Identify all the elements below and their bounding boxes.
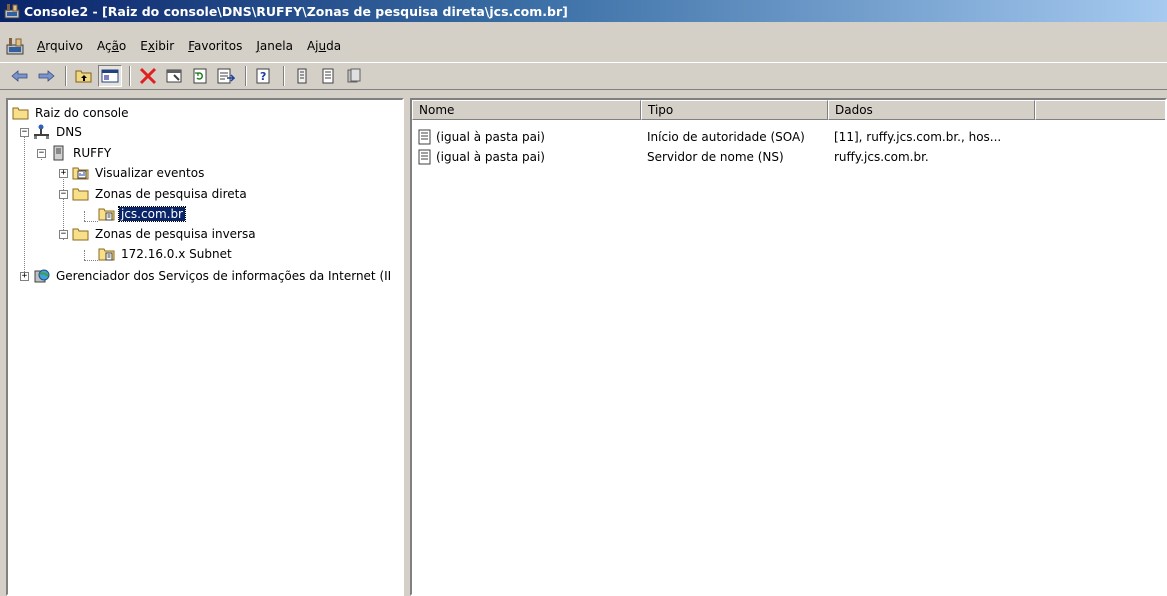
toolbar-separator	[129, 66, 131, 86]
collapse-toggle[interactable]: −	[37, 148, 46, 158]
refresh-icon	[193, 68, 207, 84]
record-icon	[418, 149, 431, 165]
tree-node-iis[interactable]: + Gerenciador dos Serviços de informaçõe…	[20, 266, 393, 286]
show-hide-tree-icon	[101, 69, 119, 83]
tree-label: 172.16.0.x Subnet	[121, 247, 232, 261]
menu-favoritos[interactable]: Favoritos	[181, 39, 249, 53]
collapse-toggle[interactable]: −	[20, 127, 29, 137]
menu-bar: Arquivo Ação Exibir Favoritos Janela Aju…	[0, 34, 1167, 58]
back-arrow-icon	[11, 70, 28, 82]
record-icon	[418, 129, 431, 145]
collapse-toggle[interactable]: −	[59, 189, 68, 199]
menu-ajuda[interactable]: Ajuda	[300, 39, 348, 53]
tree-connector	[84, 250, 85, 260]
tree-label: Zonas de pesquisa direta	[95, 187, 247, 201]
export-list-icon	[217, 68, 235, 84]
tree-connector	[84, 260, 98, 261]
tree-label: Raiz do console	[35, 106, 129, 120]
server-icon	[53, 145, 64, 161]
window-title: Console2 - [Raiz do console\DNS\RUFFY\Zo…	[24, 3, 568, 19]
toolbar: ?	[0, 62, 1167, 90]
record-name-cell: (igual à pasta pai)	[412, 129, 641, 145]
expand-toggle[interactable]: +	[20, 271, 29, 281]
console-app-icon	[4, 4, 20, 19]
tree-connector	[84, 221, 98, 222]
list-item[interactable]: (igual à pasta pai) Início de autoridade…	[412, 127, 1048, 147]
iis-manager-icon	[34, 269, 50, 283]
tree-label: DNS	[56, 125, 82, 139]
tree-node-root[interactable]: Raiz do console	[12, 103, 131, 123]
tree-connector	[84, 211, 85, 221]
menu-arquivo[interactable]: Arquivo	[30, 39, 90, 53]
record-icon	[297, 68, 307, 84]
console-menu-icon[interactable]	[6, 37, 24, 55]
list-header: Nome Tipo Dados	[412, 100, 1165, 120]
list-item[interactable]: (igual à pasta pai) Servidor de nome (NS…	[412, 147, 1048, 167]
folder-icon	[72, 188, 89, 201]
new-record-button[interactable]	[290, 65, 314, 87]
expand-toggle[interactable]: +	[59, 168, 68, 178]
tree-label: RUFFY	[73, 146, 112, 160]
toolbar-separator	[283, 66, 285, 86]
new-record-button[interactable]	[316, 65, 340, 87]
properties-icon	[166, 69, 182, 83]
record-icon	[322, 68, 334, 84]
menu-exibir[interactable]: Exibir	[133, 39, 181, 53]
show-hide-tree-button[interactable]	[98, 65, 122, 87]
refresh-button[interactable]	[188, 65, 212, 87]
column-header-empty	[1035, 100, 1165, 120]
column-header-data[interactable]: Dados	[828, 100, 1035, 120]
new-record-button[interactable]	[342, 65, 366, 87]
tree-label: Gerenciador dos Serviços de informações …	[56, 269, 392, 283]
forward-button[interactable]	[34, 65, 58, 87]
console-tree-pane[interactable]: Raiz do console − DNS − RUFFY + Visualiz…	[6, 98, 404, 596]
toolbar-separator	[245, 66, 247, 86]
export-list-button[interactable]	[214, 65, 238, 87]
column-header-type[interactable]: Tipo	[641, 100, 828, 120]
tree-node-events[interactable]: + Visualizar eventos	[59, 163, 206, 183]
event-viewer-icon	[72, 167, 89, 180]
details-pane[interactable]: Nome Tipo Dados (igual à pasta pai) Iníc…	[410, 98, 1167, 596]
back-button[interactable]	[8, 65, 32, 87]
tree-node-reverse-zone[interactable]: 172.16.0.x Subnet	[98, 244, 234, 264]
record-data: [11], ruffy.jcs.com.br., hos...	[834, 130, 1002, 144]
delete-icon	[139, 67, 157, 85]
dns-network-icon	[34, 124, 49, 139]
record-type: Início de autoridade (SOA)	[647, 130, 805, 144]
title-bar[interactable]: Console2 - [Raiz do console\DNS\RUFFY\Zo…	[0, 0, 1167, 22]
tree-node-reverse-zones[interactable]: − Zonas de pesquisa inversa	[59, 224, 258, 244]
column-header-name[interactable]: Nome	[412, 100, 641, 120]
tree-connector	[24, 130, 25, 280]
forward-arrow-icon	[38, 70, 55, 82]
tree-label: jcs.com.br	[118, 206, 186, 222]
record-data: ruffy.jcs.com.br.	[834, 150, 929, 164]
tree-node-zone-selected[interactable]: jcs.com.br	[98, 204, 186, 224]
tree-label: Zonas de pesquisa inversa	[95, 227, 256, 241]
svg-text:?: ?	[260, 70, 266, 83]
help-button[interactable]: ?	[252, 65, 276, 87]
tree-node-dns[interactable]: − DNS	[20, 122, 84, 142]
toolbar-separator	[65, 66, 67, 86]
folder-icon	[72, 228, 89, 241]
menu-janela[interactable]: Janela	[249, 39, 300, 53]
delete-button[interactable]	[136, 65, 160, 87]
up-one-level-button[interactable]	[72, 65, 96, 87]
collapse-toggle[interactable]: −	[59, 229, 68, 239]
properties-button[interactable]	[162, 65, 186, 87]
folder-icon	[12, 107, 29, 120]
up-folder-icon	[75, 70, 92, 83]
record-icon	[347, 68, 361, 83]
record-name-cell: (igual à pasta pai)	[412, 149, 641, 165]
record-name: (igual à pasta pai)	[436, 150, 545, 164]
menu-acao[interactable]: Ação	[90, 39, 133, 53]
tree-node-forward-zones[interactable]: − Zonas de pesquisa direta	[59, 184, 249, 204]
tree-label: Visualizar eventos	[95, 166, 205, 180]
record-type: Servidor de nome (NS)	[647, 150, 784, 164]
help-icon: ?	[256, 68, 270, 84]
tree-node-server[interactable]: − RUFFY	[37, 143, 113, 163]
record-name: (igual à pasta pai)	[436, 130, 545, 144]
zone-icon	[98, 248, 115, 261]
zone-icon	[98, 208, 115, 221]
